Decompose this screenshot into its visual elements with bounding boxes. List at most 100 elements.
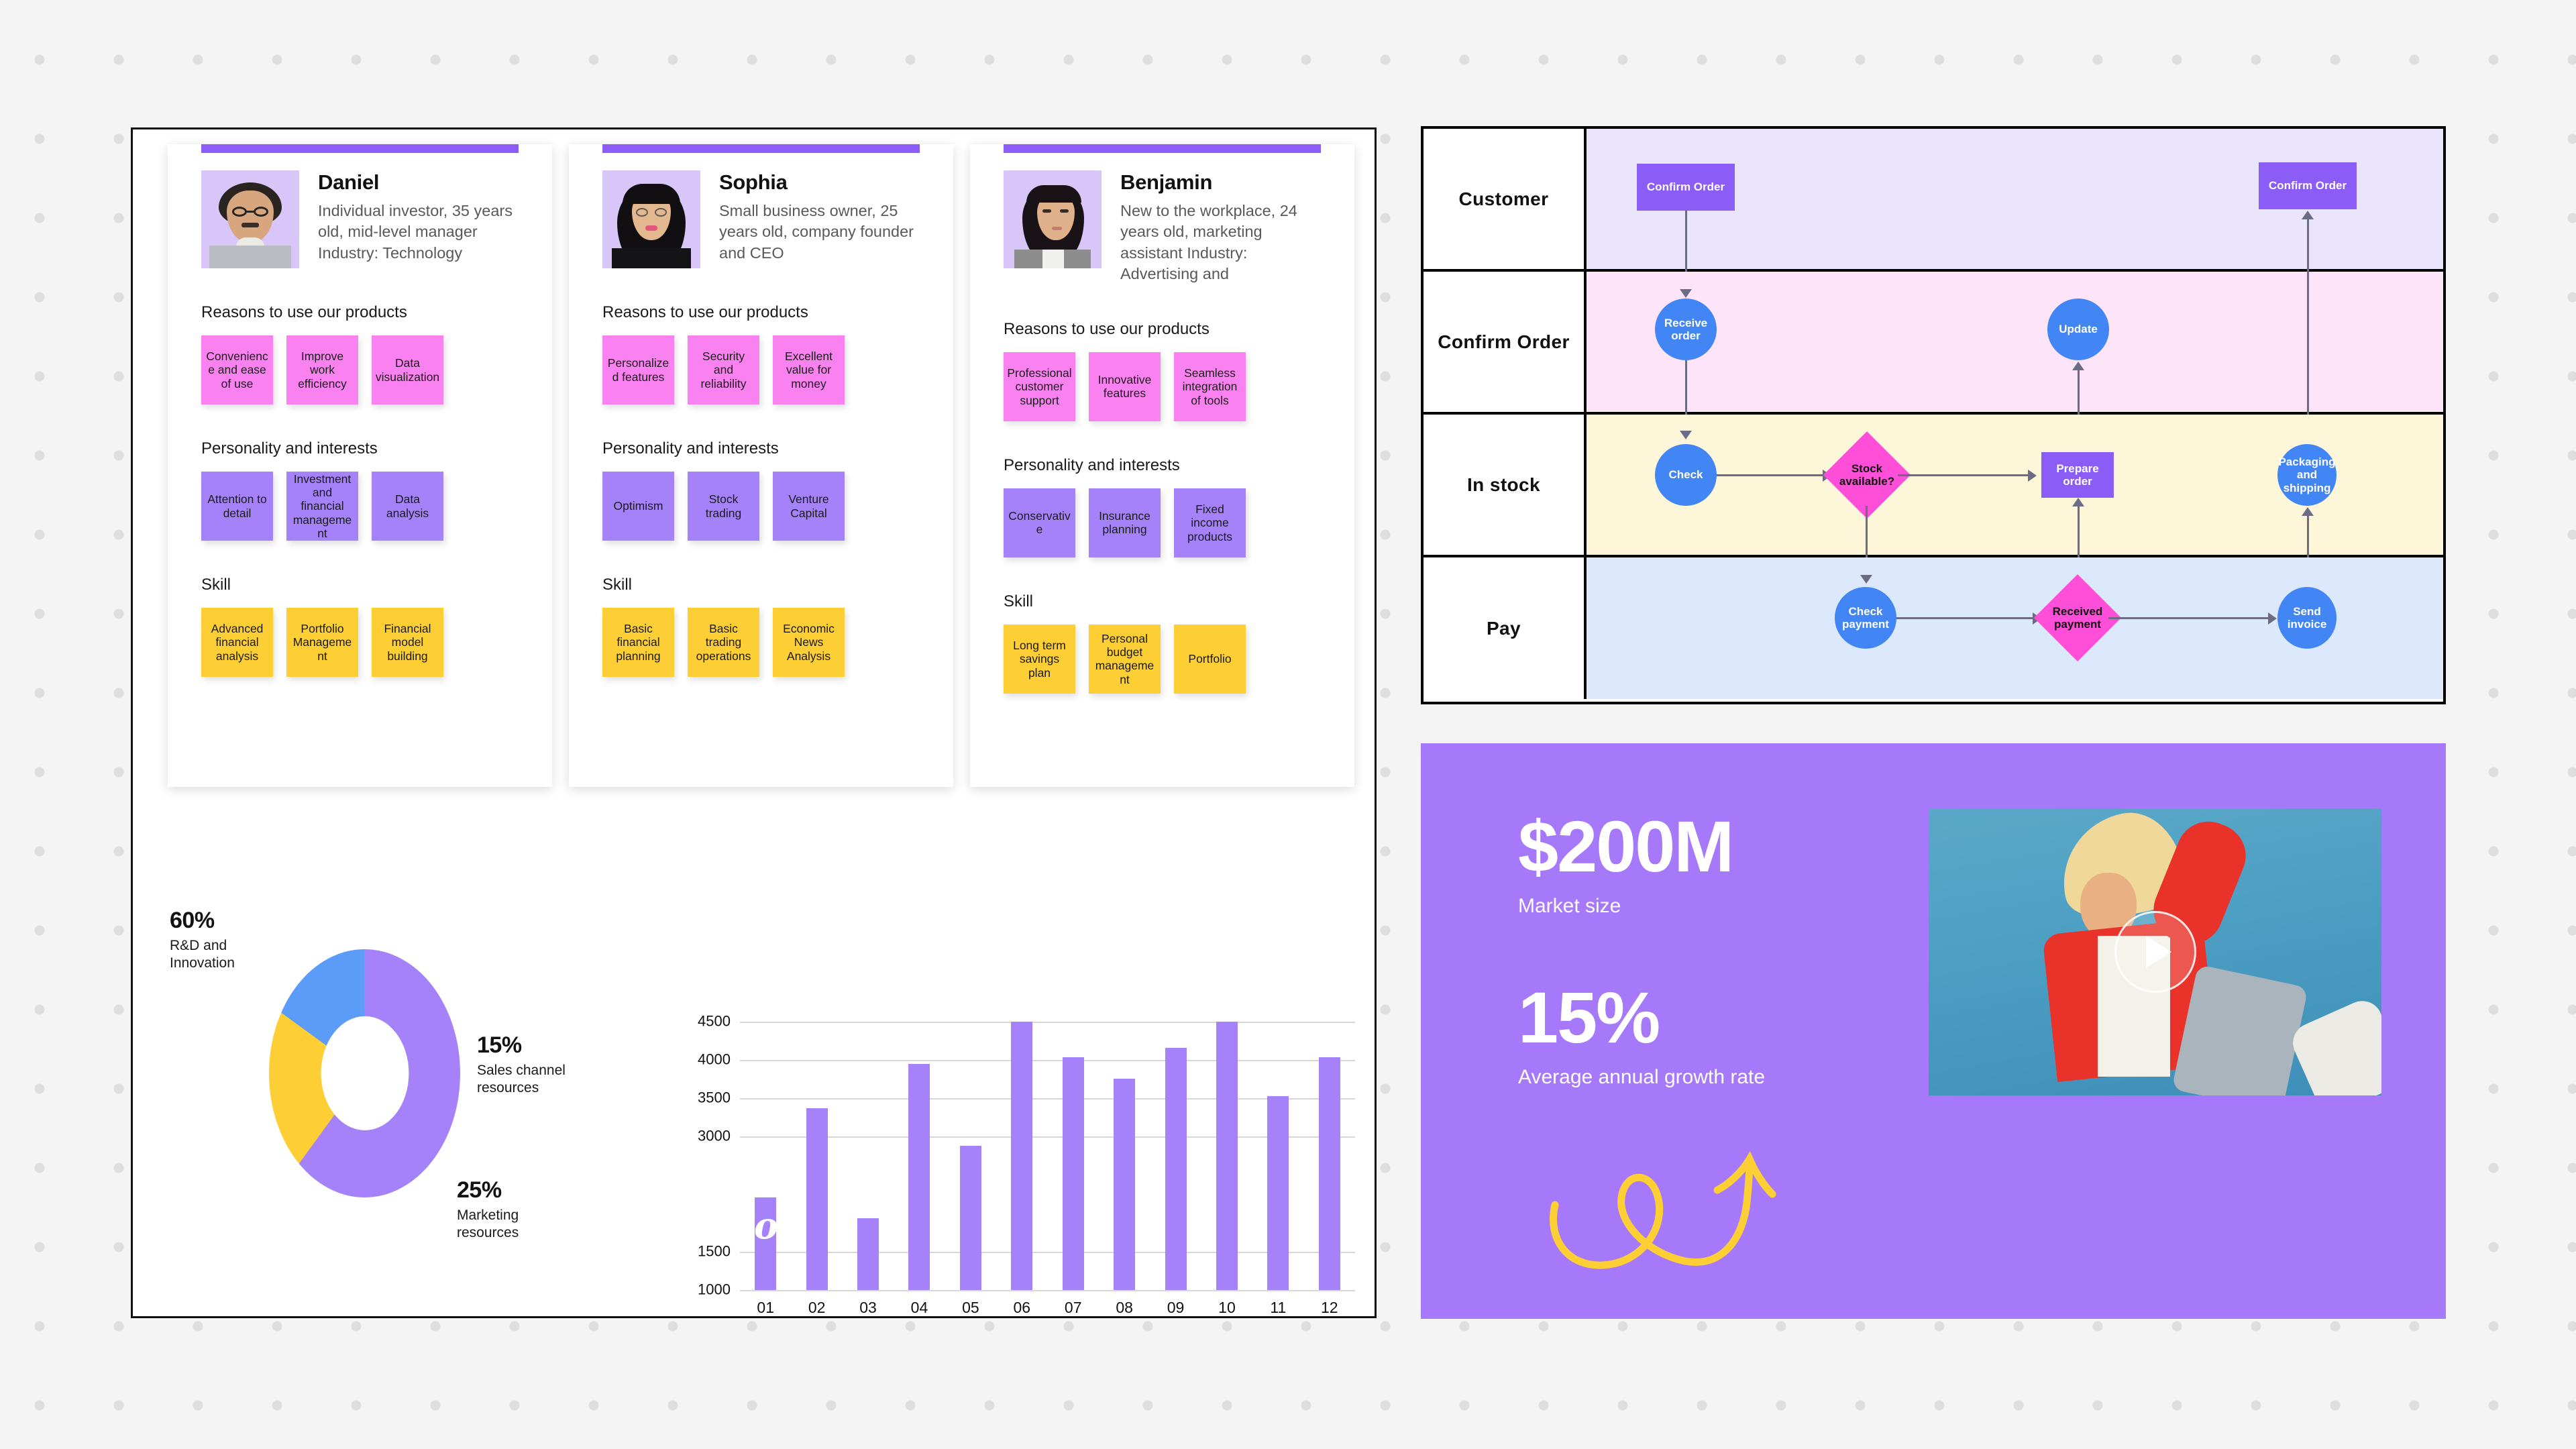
connector-receive-to-check — [1685, 360, 1687, 417]
flow-node-received-payment[interactable]: Received payment — [2033, 574, 2122, 662]
tag-chip[interactable]: Security and reliability — [688, 335, 759, 405]
donut-label-sales: 15% Sales channel resources — [477, 1032, 571, 1097]
arrow-head-down — [1680, 431, 1692, 439]
persona-card[interactable]: Sophia Small business owner, 25 years ol… — [569, 144, 953, 787]
swimlane-label: Pay — [1424, 557, 1587, 699]
swimlane-row: Pay Check payment Received payment Send … — [1424, 557, 2443, 699]
bar[interactable] — [1267, 1095, 1289, 1290]
persona-text-block: Sophia Small business owner, 25 years ol… — [719, 170, 920, 268]
gridline: 1000 — [698, 1281, 1355, 1297]
tag-chip[interactable]: Data analysis — [372, 472, 443, 541]
y-axis-tick-label: 1000 — [698, 1281, 731, 1298]
connector-stock-to-pay — [1866, 506, 1868, 560]
donut-caption: Marketing resources — [457, 1208, 519, 1241]
avatar-photo-daniel — [201, 170, 299, 268]
bar[interactable] — [1165, 1047, 1187, 1290]
tag-row: Advanced financial analysis Portfolio Ma… — [168, 608, 552, 677]
bar[interactable] — [806, 1108, 828, 1290]
donut-caption: Sales channel resources — [477, 1063, 566, 1096]
video-thumbnail[interactable] — [1929, 808, 2381, 1095]
tag-chip[interactable]: Economic News Analysis — [773, 608, 845, 677]
tag-chip[interactable]: Personalized features — [602, 335, 674, 405]
tag-chip[interactable]: Fixed income products — [1174, 488, 1246, 557]
tag-chip[interactable]: Professional customer support — [1004, 352, 1075, 421]
tag-chip[interactable]: Convenience and ease of use — [201, 335, 273, 405]
flow-node-packaging-shipping[interactable]: Packaging and shipping — [2277, 444, 2337, 506]
bar[interactable] — [908, 1063, 930, 1290]
tag-chip[interactable]: Venture Capital — [773, 472, 845, 541]
persona-card[interactable]: Benjamin New to the workplace, 24 years … — [970, 144, 1354, 787]
tag-chip[interactable]: Conservative — [1004, 488, 1075, 557]
flow-node-label: Receive order — [1664, 316, 1708, 342]
swimlane-flowchart: Customer Confirm Order Confirm Order Con… — [1421, 126, 2446, 704]
tag-chip[interactable]: Basic trading operations — [688, 608, 759, 677]
card-accent-bar — [602, 144, 920, 153]
section-title: Personality and interests — [602, 439, 779, 458]
persona-name: Daniel — [318, 170, 380, 194]
tag-chip[interactable]: Data visualization — [372, 335, 443, 405]
tag-chip[interactable]: Excellent value for money — [773, 335, 845, 405]
x-axis-tick-label: 03 — [859, 1299, 877, 1316]
connector-return-to-customer — [2307, 217, 2309, 274]
x-axis-tick-label: 10 — [1218, 1299, 1236, 1316]
tag-chip[interactable]: Long term savings plan — [1004, 624, 1075, 694]
connector-checkpay-to-received — [1896, 617, 2034, 619]
bar[interactable] — [1062, 1057, 1084, 1290]
x-axis-tick-label: 07 — [1064, 1299, 1082, 1316]
tag-chip[interactable]: Personal budget management — [1089, 624, 1161, 694]
tag-chip[interactable]: Insurance planning — [1089, 488, 1161, 557]
play-button-icon[interactable] — [2114, 911, 2196, 993]
tag-chip[interactable]: Seamless integration of tools — [1174, 352, 1246, 421]
persona-description: Small business owner, 25 years old, comp… — [719, 202, 914, 262]
flow-node-prepare-order[interactable]: Prepare order — [2041, 452, 2114, 498]
y-axis-tick-label: 4500 — [698, 1012, 731, 1030]
x-axis-tick-label: 12 — [1320, 1299, 1338, 1316]
tag-chip[interactable]: Portfolio — [1174, 624, 1246, 694]
tag-chip[interactable]: Attention to detail — [201, 472, 273, 541]
persona-text-block: Benjamin New to the workplace, 24 years … — [1120, 170, 1321, 285]
flow-node-send-invoice[interactable]: Send invoice — [2277, 587, 2337, 649]
flow-node-update[interactable]: Update — [2047, 299, 2109, 360]
bar[interactable] — [1114, 1078, 1136, 1290]
persona-card[interactable]: Daniel Individual investor, 35 years old… — [168, 144, 552, 787]
tag-chip[interactable]: Basic financial planning — [602, 608, 674, 677]
section-title: Skill — [201, 576, 231, 594]
tag-chip[interactable]: Optimism — [602, 472, 674, 541]
donut-caption: R&D and Innovation — [170, 938, 235, 971]
flow-node-label: Received payment — [2052, 604, 2103, 631]
donut-chart: 60% R&D and Innovation 15% Sales channel… — [170, 908, 680, 1283]
tag-chip[interactable]: Investment and financial management — [286, 472, 358, 541]
flow-node-confirm-order-2[interactable]: Confirm Order — [2259, 162, 2357, 209]
tag-row: Professional customer support Innovative… — [970, 352, 1354, 421]
swimlane-lane: Check Stock available? Prepare order Pac… — [1587, 415, 2443, 560]
flow-node-label: Check payment — [1842, 604, 1889, 631]
flow-node-check-payment[interactable]: Check payment — [1835, 587, 1896, 649]
y-axis-tick-label: 3000 — [698, 1127, 731, 1144]
tag-row: Conservative Insurance planning Fixed in… — [970, 488, 1354, 557]
bar[interactable] — [1318, 1057, 1340, 1290]
flow-node-label: Prepare order — [2056, 462, 2099, 488]
tag-chip[interactable]: Stock trading — [688, 472, 759, 541]
swimlane-row: In stock Check Stock available? Prepare … — [1424, 415, 2443, 560]
persona-description: New to the workplace, 24 years old, mark… — [1120, 202, 1297, 283]
tag-chip[interactable]: Innovative features — [1089, 352, 1161, 421]
bar[interactable] — [1216, 1022, 1238, 1290]
stat-caption: Market size — [1518, 895, 1621, 917]
tag-row: Optimism Stock trading Venture Capital — [569, 472, 953, 541]
flow-node-stock-available[interactable]: Stock available? — [1823, 431, 1911, 519]
tag-chip[interactable]: Financial model building — [372, 608, 443, 677]
bar[interactable] — [857, 1218, 879, 1290]
flow-node-confirm-order-1[interactable]: Confirm Order — [1637, 164, 1735, 211]
flow-node-receive-order[interactable]: Receive order — [1655, 299, 1717, 360]
flow-node-check[interactable]: Check — [1655, 444, 1717, 506]
tag-chip[interactable]: Portfolio Management — [286, 608, 358, 677]
tag-chip[interactable]: Improve work efficiency — [286, 335, 358, 405]
section-title: Skill — [1004, 592, 1034, 610]
tag-chip[interactable]: Advanced financial analysis — [201, 608, 273, 677]
bar[interactable] — [1011, 1022, 1033, 1290]
stat-block-growth-rate: 15% Average annual growth rate — [1518, 981, 1765, 1089]
y-axis-tick-label: 4000 — [698, 1051, 731, 1068]
bar[interactable] — [959, 1146, 981, 1290]
flow-node-label: Stock available? — [1839, 462, 1895, 488]
donut-label-rnd: 60% R&D and Innovation — [170, 908, 270, 973]
